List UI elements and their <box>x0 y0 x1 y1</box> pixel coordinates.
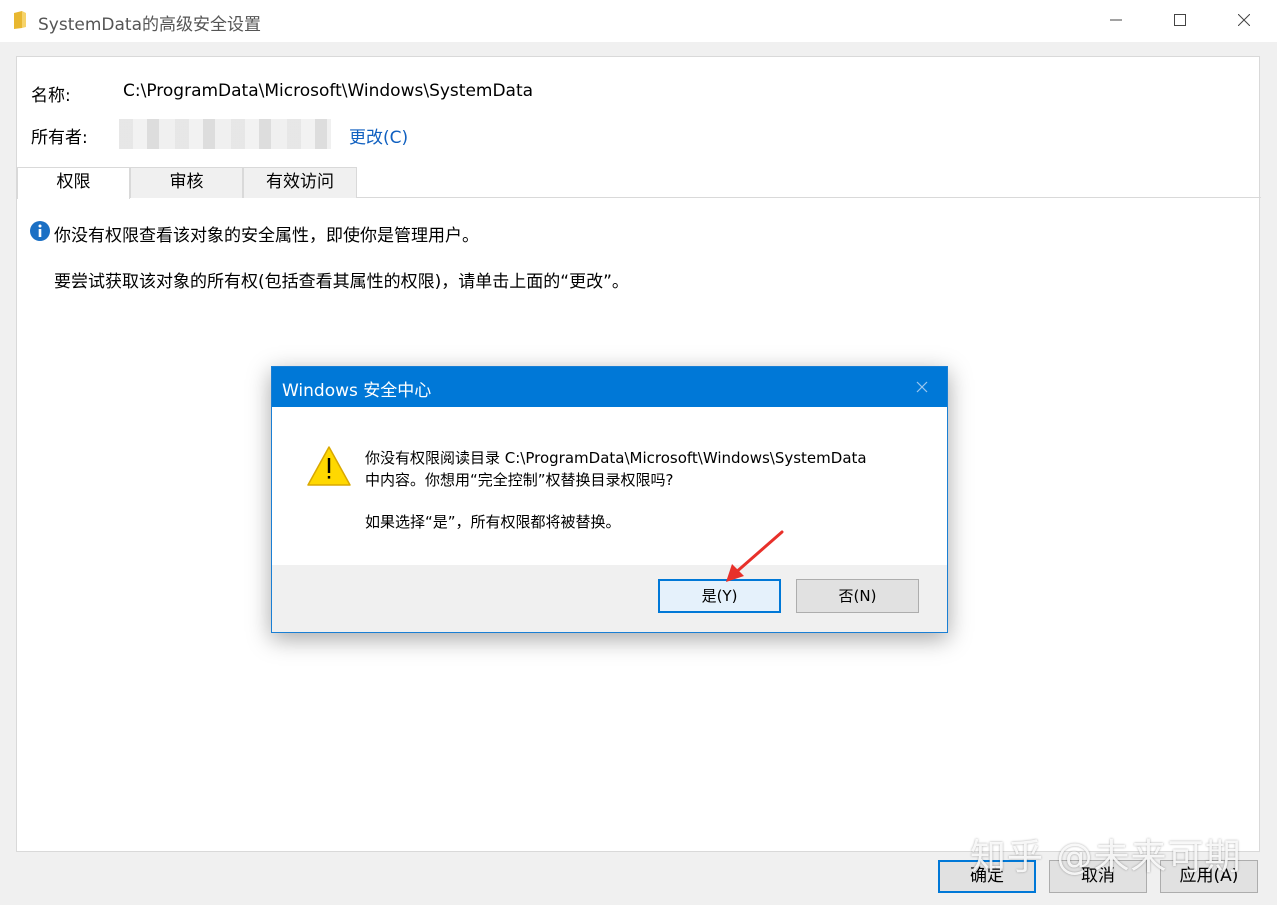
tab-auditing[interactable]: 审核 <box>130 167 243 198</box>
owner-label: 所有者: <box>31 128 88 148</box>
dialog-title: Windows 安全中心 <box>282 381 432 401</box>
maximize-button[interactable] <box>1148 0 1212 42</box>
warning-icon <box>307 446 351 486</box>
name-value: C:\ProgramData\Microsoft\Windows\SystemD… <box>123 81 534 101</box>
tab-bar: 权限 审核 有效访问 <box>17 167 1261 199</box>
security-dialog: Windows 安全中心 你没有权限阅读目录 C:\ProgramData\Mi… <box>271 366 948 633</box>
info-icon <box>30 221 50 241</box>
folder-icon <box>14 11 26 29</box>
dialog-title-bar: Windows 安全中心 <box>272 367 947 407</box>
tab-effective-access[interactable]: 有效访问 <box>243 167 357 198</box>
window-title: SystemData的高级安全设置 <box>38 15 261 35</box>
minimize-icon <box>1110 19 1122 21</box>
no-permission-message: 你没有权限查看该对象的安全属性，即使你是管理用户。 <box>54 226 479 246</box>
maximize-icon <box>1174 14 1186 26</box>
title-bar: SystemData的高级安全设置 <box>0 0 1277 42</box>
dialog-message-line-1: 你没有权限阅读目录 C:\ProgramData\Microsoft\Windo… <box>365 449 867 467</box>
change-owner-link[interactable]: 更改(C) <box>349 123 408 148</box>
dialog-message-line-2: 中内容。你想用“完全控制”权替换目录权限吗? <box>365 471 674 489</box>
owner-value-redacted <box>119 119 331 149</box>
minimize-button[interactable] <box>1084 0 1148 42</box>
close-icon <box>1237 13 1251 27</box>
ownership-hint: 要尝试获取该对象的所有权(包括查看其属性的权限)，请单击上面的“更改”。 <box>54 272 629 292</box>
no-button[interactable]: 否(N) <box>796 579 919 613</box>
red-arrow-annotation <box>726 530 784 582</box>
name-label: 名称: <box>31 86 71 106</box>
watermark: 知乎 @未来可期 <box>970 837 1242 878</box>
dialog-close-icon[interactable] <box>912 377 932 397</box>
dialog-footer: 是(Y) 否(N) <box>272 565 947 632</box>
tab-permissions[interactable]: 权限 <box>17 167 130 199</box>
close-button[interactable] <box>1212 0 1276 42</box>
dialog-message-line-3: 如果选择“是”，所有权限都将被替换。 <box>365 513 621 531</box>
